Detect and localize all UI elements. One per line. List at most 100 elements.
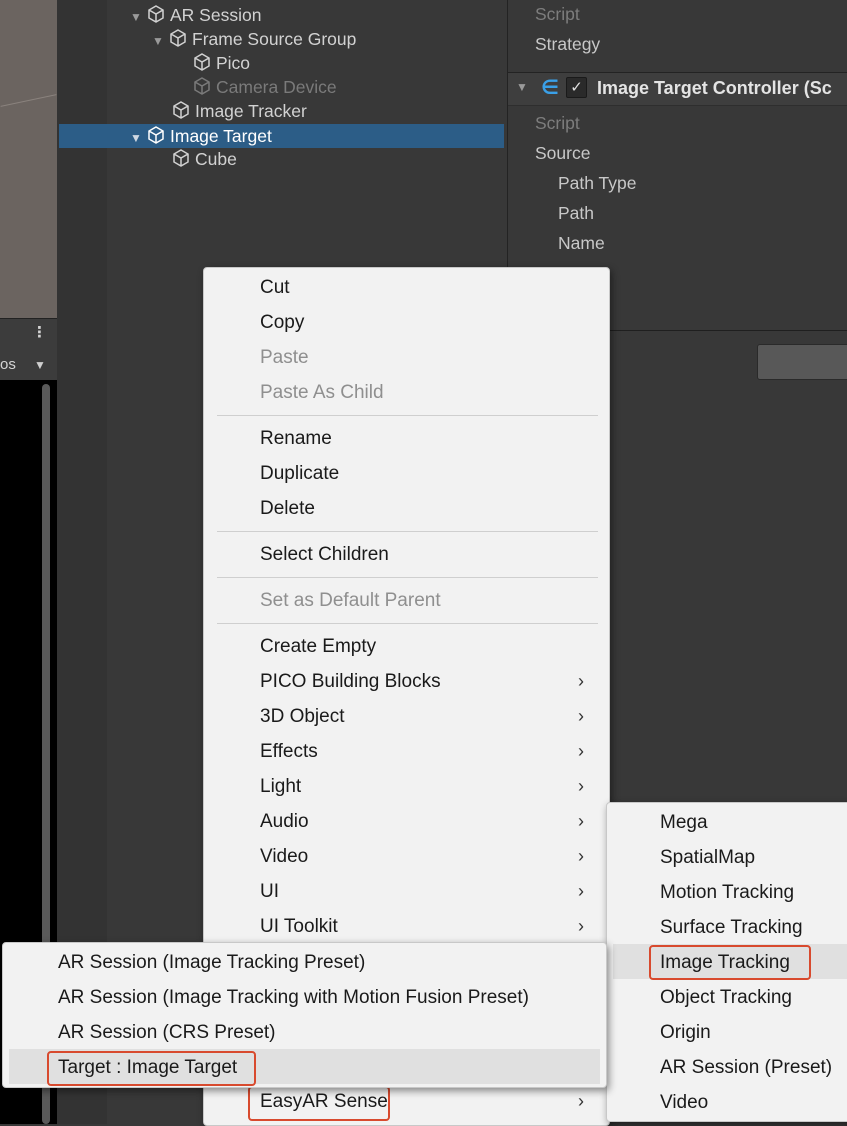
- path-type-field-label: Path Type: [558, 173, 637, 193]
- menu-item-label: UI: [260, 881, 279, 902]
- menu-item-label: Motion Tracking: [660, 882, 795, 903]
- menu-item-label: Effects: [260, 741, 318, 762]
- menu-item-label: Paste: [260, 347, 309, 368]
- scene-view[interactable]: [0, 0, 57, 318]
- menu-item-ui[interactable]: UI ›: [204, 874, 609, 909]
- submenu-item-motion-tracking[interactable]: Motion Tracking: [607, 875, 847, 910]
- expand-arrow-icon[interactable]: ▼: [152, 29, 168, 53]
- menu-item-label: Light: [260, 776, 302, 797]
- menu-item-label: Surface Tracking: [660, 917, 803, 938]
- script-field-label: Script: [535, 113, 580, 133]
- name-field-label: Name: [558, 233, 605, 253]
- component-enabled-checkbox[interactable]: ✓: [566, 77, 587, 98]
- menu-item-audio[interactable]: Audio ›: [204, 804, 609, 839]
- menu-item-create-empty[interactable]: Create Empty: [204, 629, 609, 664]
- submenu-item-spatialmap[interactable]: SpatialMap: [607, 840, 847, 875]
- menu-item-light[interactable]: Light ›: [204, 769, 609, 804]
- menu-item-paste[interactable]: Paste: [204, 340, 609, 375]
- menu-separator: [217, 623, 598, 624]
- gameobject-cube-icon: [173, 149, 189, 167]
- submenu-chevron-icon: ›: [578, 706, 584, 726]
- menu-item-label: Copy: [260, 312, 305, 333]
- kebab-icon[interactable]: ⋮: [32, 323, 47, 341]
- menu-item-label: Mega: [660, 812, 708, 833]
- menu-item-ui-toolkit[interactable]: UI Toolkit ›: [204, 909, 609, 944]
- menu-item-set-default-parent[interactable]: Set as Default Parent: [204, 583, 609, 618]
- menu-item-label: Select Children: [260, 544, 389, 565]
- gizmos-label[interactable]: os: [0, 356, 16, 373]
- expand-arrow-icon[interactable]: ▼: [130, 5, 146, 29]
- easyar-script-icon: ∈: [541, 77, 559, 99]
- menu-item-label: Create Empty: [260, 636, 377, 657]
- menu-item-label: AR Session (Image Tracking with Motion F…: [58, 987, 529, 1008]
- menu-item-label: Video: [660, 1092, 709, 1113]
- submenu-item-origin[interactable]: Origin: [607, 1015, 847, 1050]
- menu-item-label: Rename: [260, 428, 332, 449]
- strategy-field-label: Strategy: [535, 34, 601, 54]
- hierarchy-item-label: Frame Source Group: [192, 29, 357, 49]
- submenu-item-ar-session-preset[interactable]: AR Session (Preset): [607, 1050, 847, 1085]
- gameobject-cube-icon: [194, 53, 210, 71]
- menu-item-cut[interactable]: Cut: [204, 270, 609, 305]
- hierarchy-item-camera-device[interactable]: Camera Device: [192, 75, 337, 99]
- submenu-chevron-icon: ›: [578, 741, 584, 761]
- hierarchy-item-label: Pico: [216, 53, 251, 73]
- expand-arrow-icon[interactable]: ▼: [130, 126, 146, 150]
- menu-item-video[interactable]: Video ›: [204, 839, 609, 874]
- hierarchy-item-label: AR Session: [170, 5, 262, 25]
- highlight-frame: [248, 1086, 390, 1121]
- menu-item-label: Cut: [260, 277, 290, 298]
- hierarchy-item-frame-source-group[interactable]: ▼ Frame Source Group: [152, 27, 356, 51]
- submenu-item-mega[interactable]: Mega: [607, 805, 847, 840]
- path-field-label: Path: [558, 203, 594, 223]
- submenu-item-ar-session-motion-fusion-preset[interactable]: AR Session (Image Tracking with Motion F…: [3, 980, 606, 1015]
- submenu-item-surface-tracking[interactable]: Surface Tracking: [607, 910, 847, 945]
- submenu-chevron-icon: ›: [578, 916, 584, 936]
- script-field-label: Script: [535, 4, 580, 24]
- submenu-item-video[interactable]: Video: [607, 1085, 847, 1120]
- gameobject-cube-icon: [170, 29, 186, 47]
- submenu-chevron-icon: ›: [578, 671, 584, 691]
- menu-item-duplicate[interactable]: Duplicate: [204, 456, 609, 491]
- menu-item-label: AR Session (CRS Preset): [58, 1022, 276, 1043]
- menu-item-3d-object[interactable]: 3D Object ›: [204, 699, 609, 734]
- menu-item-rename[interactable]: Rename: [204, 421, 609, 456]
- submenu-chevron-icon: ›: [578, 776, 584, 796]
- menu-item-label: UI Toolkit: [260, 916, 338, 937]
- menu-item-delete[interactable]: Delete: [204, 491, 609, 526]
- hierarchy-item-pico[interactable]: Pico: [192, 51, 250, 75]
- menu-item-label: Object Tracking: [660, 987, 792, 1008]
- menu-item-label: 3D Object: [260, 706, 345, 727]
- hierarchy-item-cube[interactable]: Cube: [171, 147, 237, 171]
- foldout-arrow-icon[interactable]: ▼: [516, 80, 528, 94]
- selected-row-highlight: [59, 124, 504, 148]
- source-field-label: Source: [535, 143, 591, 163]
- menu-item-effects[interactable]: Effects ›: [204, 734, 609, 769]
- submenu-item-object-tracking[interactable]: Object Tracking: [607, 980, 847, 1015]
- gameobject-cube-icon: [194, 77, 210, 95]
- hierarchy-item-label: Cube: [195, 149, 237, 169]
- menu-item-label: Audio: [260, 811, 309, 832]
- menu-item-copy[interactable]: Copy: [204, 305, 609, 340]
- easyar-submenu: Mega SpatialMap Motion Tracking Surface …: [606, 802, 847, 1122]
- menu-item-pico-building-blocks[interactable]: PICO Building Blocks ›: [204, 664, 609, 699]
- menu-item-label: SpatialMap: [660, 847, 756, 868]
- hierarchy-item-image-tracker[interactable]: Image Tracker: [171, 99, 307, 123]
- menu-item-select-children[interactable]: Select Children: [204, 537, 609, 572]
- submenu-chevron-icon: ›: [578, 881, 584, 901]
- caret-down-icon[interactable]: ▼: [34, 358, 46, 372]
- menu-item-paste-as-child[interactable]: Paste As Child: [204, 375, 609, 410]
- submenu-item-ar-session-image-tracking-preset[interactable]: AR Session (Image Tracking Preset): [3, 945, 606, 980]
- menu-separator: [217, 415, 598, 416]
- hierarchy-item-label: Camera Device: [216, 77, 337, 97]
- gameobject-cube-icon: [173, 101, 189, 119]
- submenu-item-ar-session-crs-preset[interactable]: AR Session (CRS Preset): [3, 1015, 606, 1050]
- menu-item-label: AR Session (Image Tracking Preset): [58, 952, 366, 973]
- submenu-chevron-icon: ›: [578, 846, 584, 866]
- hierarchy-item-image-target[interactable]: ▼ Image Target: [130, 124, 272, 148]
- scene-grid-line: [0, 94, 57, 107]
- game-view-header: ⋮: [0, 318, 57, 351]
- component-title: Image Target Controller (Sc: [597, 78, 832, 98]
- hierarchy-item-ar-session[interactable]: ▼ AR Session: [130, 3, 261, 27]
- add-component-button[interactable]: [757, 344, 847, 380]
